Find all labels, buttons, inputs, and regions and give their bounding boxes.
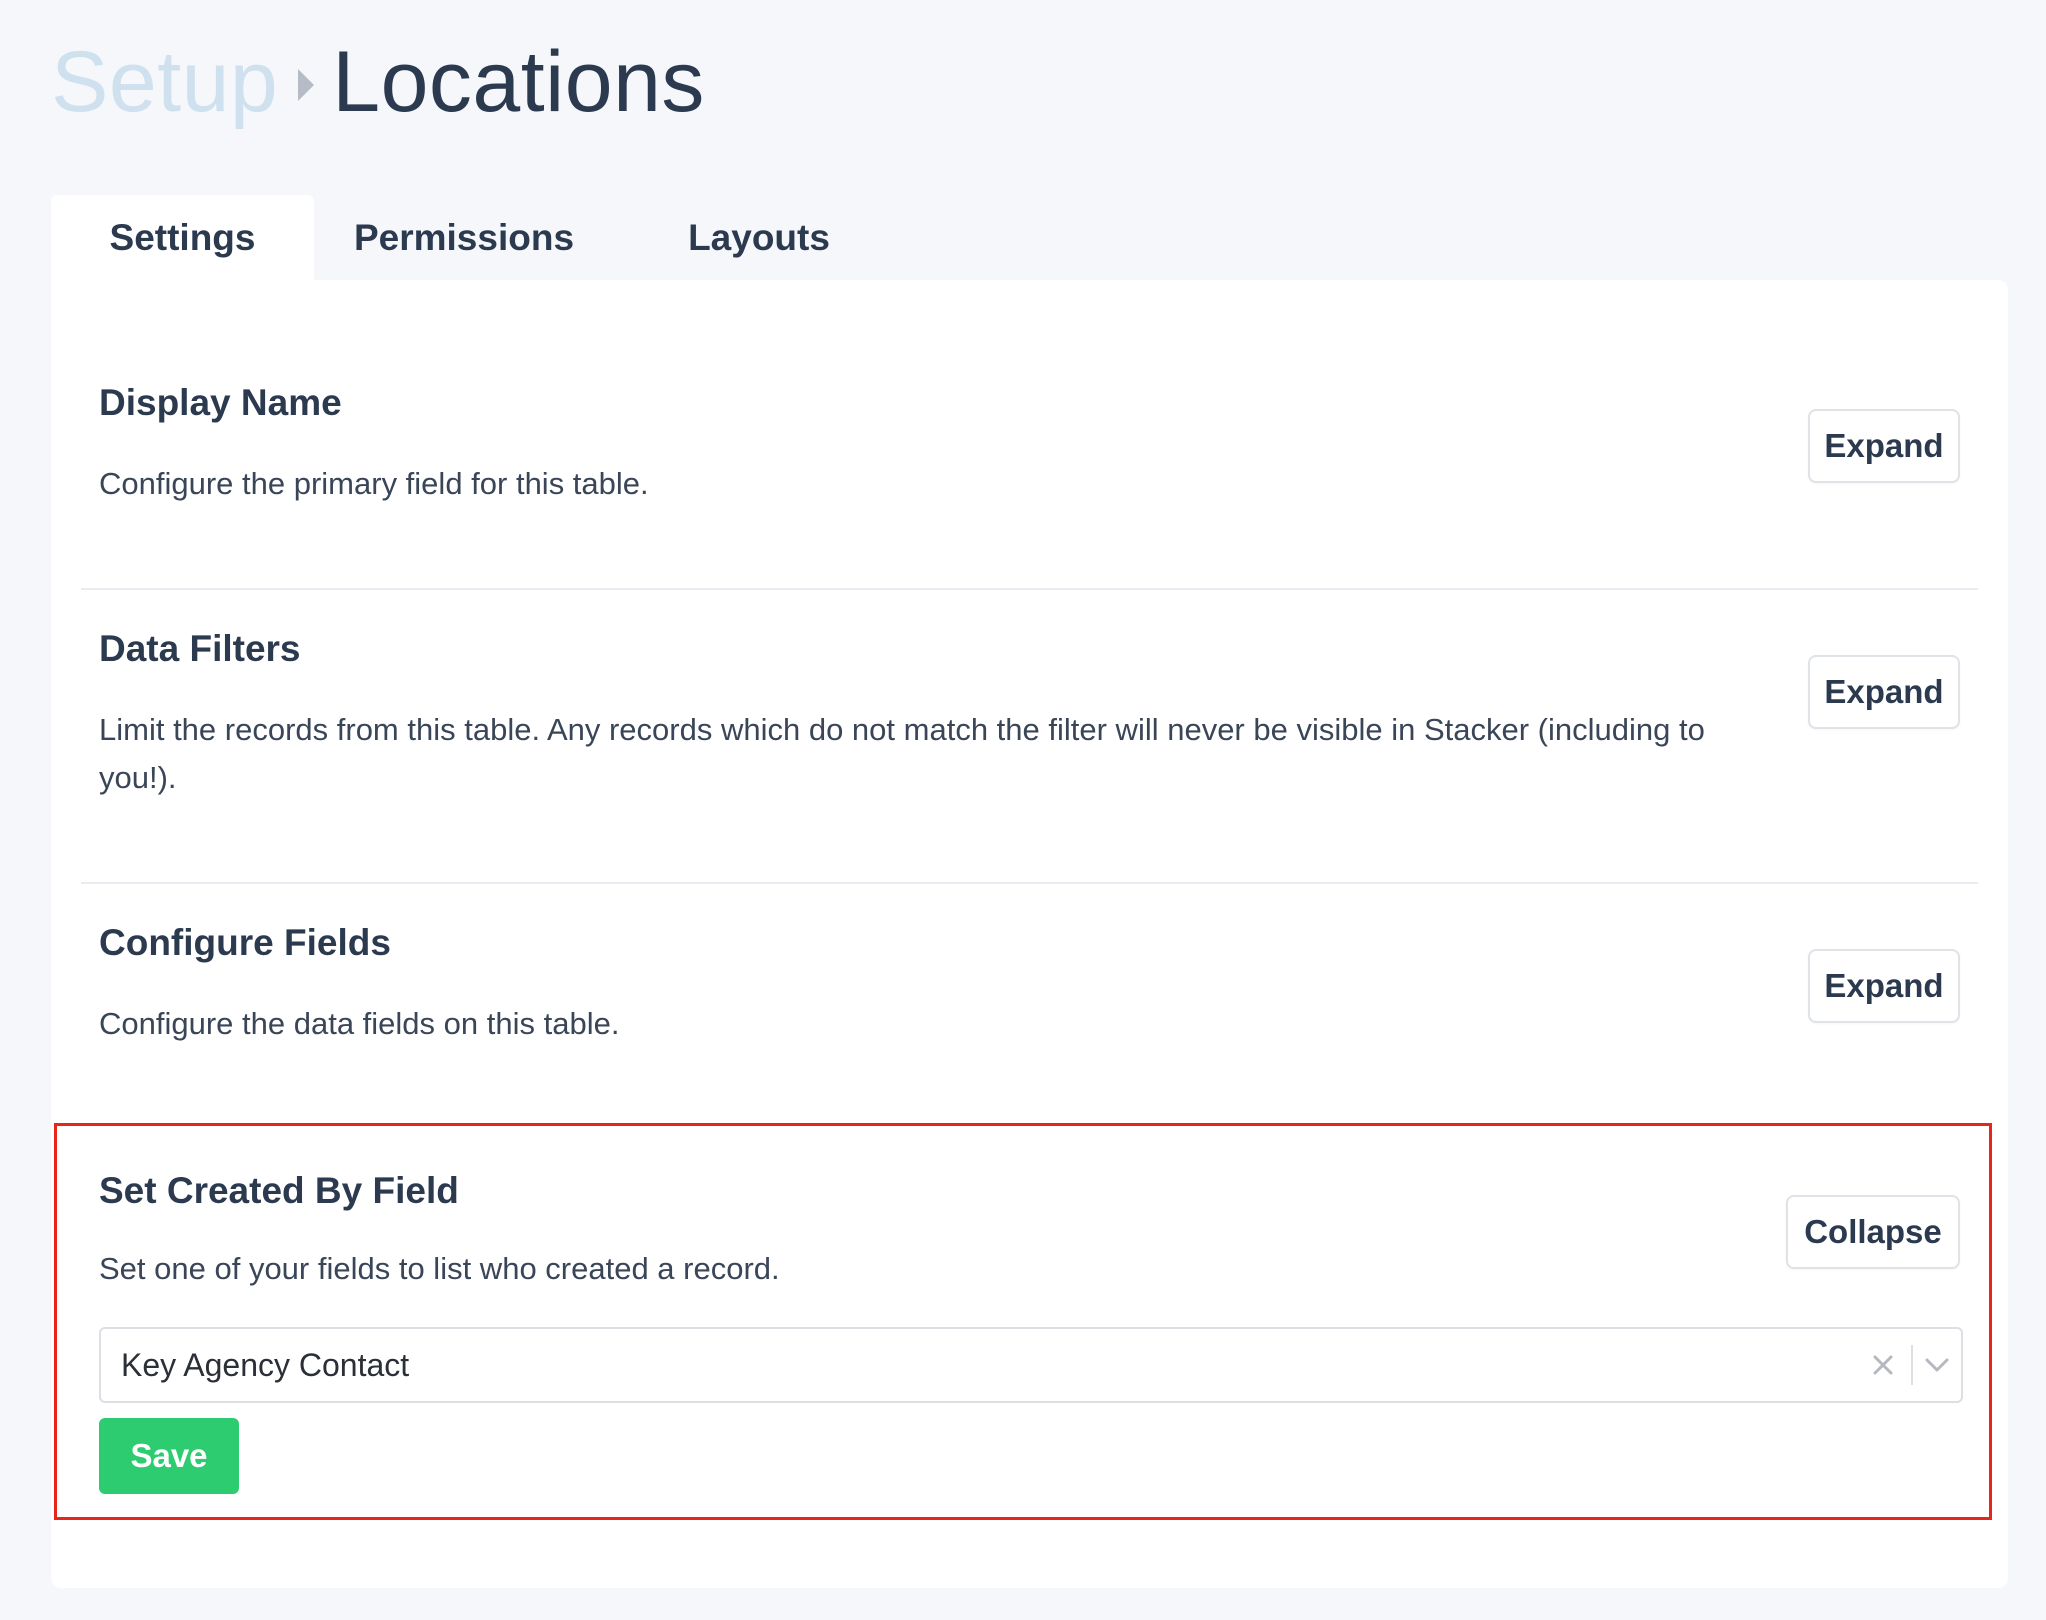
section-title: Display Name [99,382,342,423]
section-title: Data Filters [99,628,301,669]
breadcrumb: Setup Locations [51,22,705,142]
select-separator [1911,1345,1913,1385]
expand-button[interactable]: Expand [1808,655,1960,729]
expand-button[interactable]: Expand [1808,409,1960,483]
select-value: Key Agency Contact [121,1347,410,1383]
section-description: Set one of your fields to list who creat… [99,1251,780,1286]
breadcrumb-root[interactable]: Setup [51,33,278,132]
section-title: Configure Fields [99,922,391,963]
section-description: Limit the records from this table. Any r… [99,712,1705,795]
save-button[interactable]: Save [99,1418,239,1494]
tab-settings[interactable]: Settings [51,195,314,281]
chevron-right-icon [298,69,315,101]
section-display-name: Display Name Configure the primary field… [51,280,2008,588]
created-by-select[interactable]: Key Agency Contact [99,1327,1963,1403]
page-title: Locations [332,33,705,130]
section-title: Set Created By Field [99,1170,459,1211]
clear-x-icon[interactable] [1865,1347,1901,1383]
section-data-filters: Data Filters Limit the records from this… [51,590,2008,882]
tab-permissions[interactable]: Permissions [314,195,614,281]
chevron-down-icon[interactable] [1919,1347,1955,1383]
tab-bar: Settings Permissions Layouts [51,195,904,281]
section-configure-fields: Configure Fields Configure the data fiel… [51,884,2008,1124]
section-description: Configure the primary field for this tab… [99,466,649,501]
section-description: Configure the data fields on this table. [99,1006,620,1041]
expand-button[interactable]: Expand [1808,949,1960,1023]
collapse-button[interactable]: Collapse [1786,1195,1960,1269]
settings-panel: Display Name Configure the primary field… [51,280,2008,1588]
tab-layouts[interactable]: Layouts [614,195,904,281]
